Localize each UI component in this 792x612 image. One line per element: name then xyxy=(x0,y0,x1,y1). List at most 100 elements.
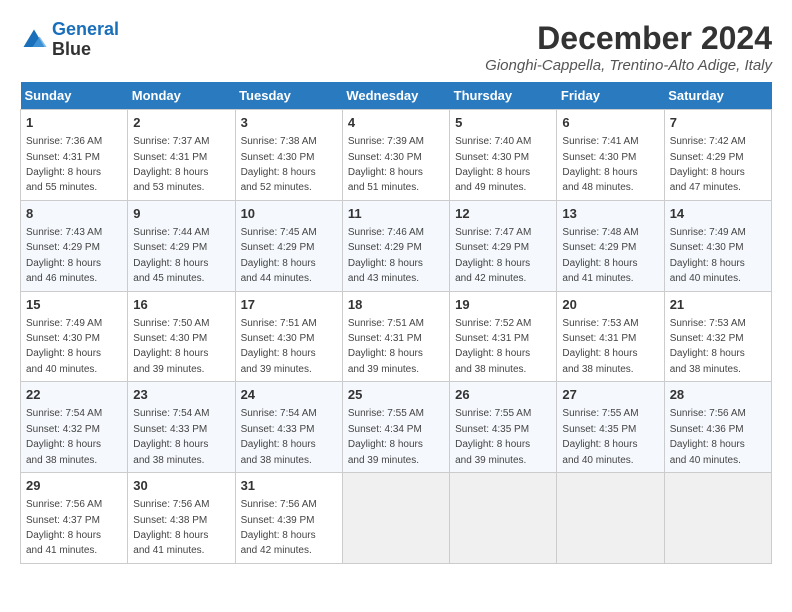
day-info: Sunrise: 7:36 AMSunset: 4:31 PMDaylight:… xyxy=(26,136,102,193)
day-number: 23 xyxy=(133,386,229,404)
calendar-header-thursday: Thursday xyxy=(450,82,557,110)
day-number: 6 xyxy=(562,114,658,132)
day-info: Sunrise: 7:54 AMSunset: 4:33 PMDaylight:… xyxy=(133,408,209,465)
day-number: 28 xyxy=(670,386,766,404)
day-number: 18 xyxy=(348,296,444,314)
calendar-week-row: 15Sunrise: 7:49 AMSunset: 4:30 PMDayligh… xyxy=(21,291,772,382)
day-info: Sunrise: 7:55 AMSunset: 4:35 PMDaylight:… xyxy=(455,408,531,465)
day-number: 27 xyxy=(562,386,658,404)
calendar-cell: 21 Sunrise: 7:53 AMSunset: 4:32 PMDayligh… xyxy=(664,291,771,382)
calendar-cell: 2 Sunrise: 7:37 AMSunset: 4:31 PMDaylight… xyxy=(128,110,235,201)
calendar-cell: 16 Sunrise: 7:50 AMSunset: 4:30 PMDayligh… xyxy=(128,291,235,382)
subtitle: Gionghi-Cappella, Trentino-Alto Adige, I… xyxy=(485,57,772,74)
day-number: 26 xyxy=(455,386,551,404)
day-info: Sunrise: 7:56 AMSunset: 4:36 PMDaylight:… xyxy=(670,408,746,465)
day-info: Sunrise: 7:56 AMSunset: 4:38 PMDaylight:… xyxy=(133,499,209,556)
calendar-cell: 5Sunrise: 7:40 AMSunset: 4:30 PMDaylight… xyxy=(450,110,557,201)
calendar-cell: 18 Sunrise: 7:51 AMSunset: 4:31 PMDayligh… xyxy=(342,291,449,382)
day-info: Sunrise: 7:39 AMSunset: 4:30 PMDaylight:… xyxy=(348,136,424,193)
day-info: Sunrise: 7:49 AMSunset: 4:30 PMDaylight:… xyxy=(26,318,102,375)
calendar-cell: 1 Sunrise: 7:36 AMSunset: 4:31 PMDaylight… xyxy=(21,110,128,201)
calendar-cell: 25 Sunrise: 7:55 AMSunset: 4:34 PMDayligh… xyxy=(342,382,449,473)
calendar-cell: 9 Sunrise: 7:44 AMSunset: 4:29 PMDaylight… xyxy=(128,200,235,291)
day-number: 10 xyxy=(241,205,337,223)
day-number: 25 xyxy=(348,386,444,404)
calendar-cell: 19 Sunrise: 7:52 AMSunset: 4:31 PMDayligh… xyxy=(450,291,557,382)
day-number: 11 xyxy=(348,205,444,223)
day-info: Sunrise: 7:37 AMSunset: 4:31 PMDaylight:… xyxy=(133,136,209,193)
day-info: Sunrise: 7:41 AMSunset: 4:30 PMDaylight:… xyxy=(562,136,638,193)
calendar-cell: 22Sunrise: 7:54 AMSunset: 4:32 PMDayligh… xyxy=(21,382,128,473)
day-number: 21 xyxy=(670,296,766,314)
calendar-header-wednesday: Wednesday xyxy=(342,82,449,110)
day-info: Sunrise: 7:52 AMSunset: 4:31 PMDaylight:… xyxy=(455,318,531,375)
day-info: Sunrise: 7:47 AMSunset: 4:29 PMDaylight:… xyxy=(455,227,531,284)
calendar-cell: 29Sunrise: 7:56 AMSunset: 4:37 PMDayligh… xyxy=(21,473,128,564)
logo-icon xyxy=(20,26,48,54)
calendar-cell: 10 Sunrise: 7:45 AMSunset: 4:29 PMDayligh… xyxy=(235,200,342,291)
day-number: 20 xyxy=(562,296,658,314)
day-info: Sunrise: 7:55 AMSunset: 4:34 PMDaylight:… xyxy=(348,408,424,465)
day-number: 3 xyxy=(241,114,337,132)
calendar-header-tuesday: Tuesday xyxy=(235,82,342,110)
day-number: 14 xyxy=(670,205,766,223)
day-number: 13 xyxy=(562,205,658,223)
day-info: Sunrise: 7:51 AMSunset: 4:31 PMDaylight:… xyxy=(348,318,424,375)
day-number: 4 xyxy=(348,114,444,132)
calendar-cell: 31 Sunrise: 7:56 AMSunset: 4:39 PMDayligh… xyxy=(235,473,342,564)
calendar-cell: 28 Sunrise: 7:56 AMSunset: 4:36 PMDayligh… xyxy=(664,382,771,473)
calendar-cell: 12Sunrise: 7:47 AMSunset: 4:29 PMDayligh… xyxy=(450,200,557,291)
calendar-header-friday: Friday xyxy=(557,82,664,110)
day-number: 9 xyxy=(133,205,229,223)
day-info: Sunrise: 7:44 AMSunset: 4:29 PMDaylight:… xyxy=(133,227,209,284)
calendar-cell: 15Sunrise: 7:49 AMSunset: 4:30 PMDayligh… xyxy=(21,291,128,382)
day-number: 16 xyxy=(133,296,229,314)
day-info: Sunrise: 7:46 AMSunset: 4:29 PMDaylight:… xyxy=(348,227,424,284)
calendar-cell: 6 Sunrise: 7:41 AMSunset: 4:30 PMDaylight… xyxy=(557,110,664,201)
calendar-header-row: SundayMondayTuesdayWednesdayThursdayFrid… xyxy=(21,82,772,110)
logo: General Blue xyxy=(20,20,119,60)
calendar-table: SundayMondayTuesdayWednesdayThursdayFrid… xyxy=(20,82,772,564)
calendar-header-monday: Monday xyxy=(128,82,235,110)
calendar-cell xyxy=(664,473,771,564)
calendar-cell: 14Sunrise: 7:49 AMSunset: 4:30 PMDayligh… xyxy=(664,200,771,291)
day-number: 2 xyxy=(133,114,229,132)
day-number: 29 xyxy=(26,477,122,495)
header: General Blue December 2024 Gionghi-Cappe… xyxy=(20,20,772,74)
day-info: Sunrise: 7:50 AMSunset: 4:30 PMDaylight:… xyxy=(133,318,209,375)
calendar-cell: 13 Sunrise: 7:48 AMSunset: 4:29 PMDayligh… xyxy=(557,200,664,291)
day-info: Sunrise: 7:56 AMSunset: 4:39 PMDaylight:… xyxy=(241,499,317,556)
calendar-body: 1 Sunrise: 7:36 AMSunset: 4:31 PMDaylight… xyxy=(21,110,772,564)
calendar-header-saturday: Saturday xyxy=(664,82,771,110)
day-number: 19 xyxy=(455,296,551,314)
day-number: 8 xyxy=(26,205,122,223)
day-info: Sunrise: 7:54 AMSunset: 4:33 PMDaylight:… xyxy=(241,408,317,465)
calendar-cell xyxy=(450,473,557,564)
calendar-week-row: 22Sunrise: 7:54 AMSunset: 4:32 PMDayligh… xyxy=(21,382,772,473)
calendar-cell: 4 Sunrise: 7:39 AMSunset: 4:30 PMDaylight… xyxy=(342,110,449,201)
calendar-cell: 17Sunrise: 7:51 AMSunset: 4:30 PMDayligh… xyxy=(235,291,342,382)
day-info: Sunrise: 7:48 AMSunset: 4:29 PMDaylight:… xyxy=(562,227,638,284)
calendar-week-row: 1 Sunrise: 7:36 AMSunset: 4:31 PMDaylight… xyxy=(21,110,772,201)
day-number: 31 xyxy=(241,477,337,495)
day-info: Sunrise: 7:55 AMSunset: 4:35 PMDaylight:… xyxy=(562,408,638,465)
logo-text: General Blue xyxy=(52,20,119,60)
day-number: 22 xyxy=(26,386,122,404)
day-number: 17 xyxy=(241,296,337,314)
calendar-header-sunday: Sunday xyxy=(21,82,128,110)
day-info: Sunrise: 7:45 AMSunset: 4:29 PMDaylight:… xyxy=(241,227,317,284)
day-number: 7 xyxy=(670,114,766,132)
day-number: 1 xyxy=(26,114,122,132)
calendar-cell xyxy=(342,473,449,564)
day-info: Sunrise: 7:53 AMSunset: 4:32 PMDaylight:… xyxy=(670,318,746,375)
day-info: Sunrise: 7:40 AMSunset: 4:30 PMDaylight:… xyxy=(455,136,531,193)
calendar-cell: 3Sunrise: 7:38 AMSunset: 4:30 PMDaylight… xyxy=(235,110,342,201)
title-section: December 2024 Gionghi-Cappella, Trentino… xyxy=(485,20,772,74)
calendar-cell: 30Sunrise: 7:56 AMSunset: 4:38 PMDayligh… xyxy=(128,473,235,564)
calendar-cell: 23 Sunrise: 7:54 AMSunset: 4:33 PMDayligh… xyxy=(128,382,235,473)
calendar-week-row: 29Sunrise: 7:56 AMSunset: 4:37 PMDayligh… xyxy=(21,473,772,564)
calendar-cell xyxy=(557,473,664,564)
calendar-cell: 8Sunrise: 7:43 AMSunset: 4:29 PMDaylight… xyxy=(21,200,128,291)
main-title: December 2024 xyxy=(485,20,772,57)
calendar-week-row: 8Sunrise: 7:43 AMSunset: 4:29 PMDaylight… xyxy=(21,200,772,291)
